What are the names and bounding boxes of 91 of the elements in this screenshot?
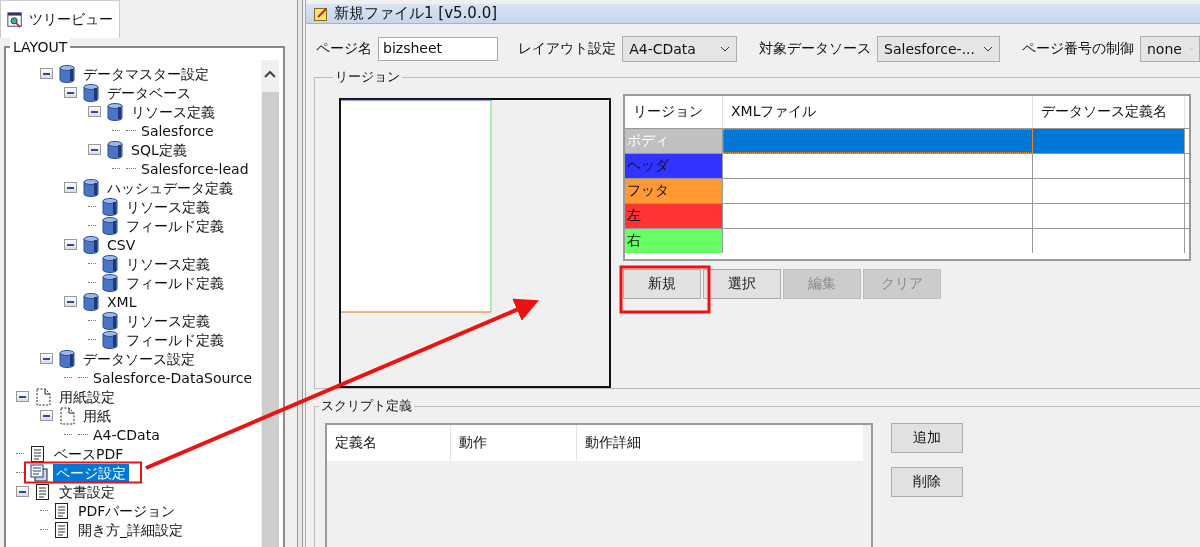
column-header: 動作詳細 [584, 433, 642, 452]
column-header: 動作 [451, 425, 577, 461]
database-icon [102, 311, 118, 330]
edit-file-icon [314, 6, 328, 21]
field-label: レイアウト設定 [518, 40, 617, 58]
tree-item[interactable]: リソース定義 [123, 254, 213, 273]
database-icon [102, 197, 118, 216]
table-row[interactable]: フッタ [625, 178, 1189, 203]
collapse-toggle-icon[interactable] [40, 353, 53, 364]
tree-item[interactable]: CSV [104, 235, 139, 254]
pages-icon [30, 463, 48, 482]
collapse-toggle-icon[interactable] [88, 106, 101, 117]
page-icon [35, 387, 51, 406]
collapse-toggle-icon[interactable] [64, 239, 77, 250]
field-label: ページ番号の制御 [1022, 40, 1134, 58]
database-icon [59, 349, 75, 368]
action-button[interactable]: 削除 [891, 467, 963, 497]
tree-item[interactable]: 文書設定 [56, 482, 118, 501]
field-label: 対象データソース [759, 40, 872, 58]
tree-item[interactable]: ハッシュデータ定義 [104, 178, 236, 197]
document-icon [35, 482, 51, 501]
database-icon [59, 64, 75, 83]
chevron-down-icon [720, 46, 731, 52]
collapse-toggle-icon[interactable] [16, 486, 29, 497]
document-icon [54, 501, 70, 520]
page-name-field[interactable]: bizsheet [378, 37, 499, 61]
tree-item[interactable]: ベースPDF [51, 444, 127, 463]
tree-item[interactable]: データマスター設定 [80, 64, 212, 83]
dropdown[interactable]: A4-CData [622, 36, 738, 62]
group-title: スクリプト定義 [320, 397, 413, 415]
database-icon [107, 140, 123, 159]
database-icon [102, 216, 118, 235]
region-name-cell: フッタ [625, 179, 723, 203]
tree-item[interactable]: 用紙 [80, 406, 114, 425]
tree-item[interactable]: リソース定義 [123, 311, 213, 330]
page-icon [59, 406, 75, 425]
database-icon [83, 292, 99, 311]
collapse-toggle-icon[interactable] [64, 182, 77, 193]
window-title: 新規ファイル1 [v5.0.0] [334, 4, 498, 23]
region-name-cell: ヘッダ [625, 154, 723, 178]
tree-item[interactable]: XML [104, 292, 140, 311]
tree-view-tab[interactable]: ツリービュー [0, 0, 120, 38]
database-icon [83, 83, 99, 102]
tree-item[interactable]: 用紙設定 [56, 387, 118, 406]
tree-item[interactable]: データソース設定 [80, 349, 198, 368]
tree-item[interactable]: Salesforce [138, 121, 217, 140]
collapse-toggle-icon[interactable] [40, 68, 53, 79]
database-icon [107, 102, 123, 121]
scroll-up-icon[interactable] [264, 70, 276, 78]
tree-item[interactable]: フィールド定義 [123, 273, 227, 292]
tree-item[interactable]: フィールド定義 [123, 330, 227, 349]
database-icon [83, 178, 99, 197]
tree-item[interactable]: リソース定義 [128, 102, 218, 121]
database-icon [83, 235, 99, 254]
column-header: データソース定義名 [1033, 96, 1185, 128]
tree-item[interactable]: 開き方_詳細設定 [75, 520, 186, 539]
region-name-cell: 左 [625, 204, 723, 228]
table-row[interactable]: 右 [625, 228, 1189, 253]
tree-item[interactable]: PDFバージョン [75, 501, 179, 520]
document-icon [54, 520, 70, 539]
tree-item[interactable]: Salesforce-DataSource [90, 368, 256, 387]
dropdown[interactable]: Salesforce-... [877, 36, 1000, 62]
action-button[interactable]: 選択 [703, 269, 781, 299]
collapse-toggle-icon[interactable] [88, 144, 101, 155]
column-header: 定義名 [327, 425, 451, 461]
scrollbar[interactable] [261, 60, 279, 547]
tree-item[interactable]: フィールド定義 [123, 216, 227, 235]
document-icon [30, 444, 46, 463]
tree-item[interactable]: リソース定義 [123, 197, 213, 216]
column-header: XMLファイル [723, 96, 1033, 128]
chevron-down-icon [983, 46, 993, 52]
tree-item[interactable]: SQL定義 [128, 140, 190, 159]
database-icon [102, 330, 118, 349]
collapse-toggle-icon[interactable] [40, 410, 53, 421]
tree-item[interactable]: Salesforce-lead [138, 159, 252, 178]
column-header: リージョン [625, 96, 723, 128]
tree-item[interactable]: A4-CData [90, 425, 163, 444]
collapse-toggle-icon[interactable] [64, 87, 77, 98]
table-row[interactable]: 左 [625, 203, 1189, 228]
database-icon [102, 273, 118, 292]
collapse-toggle-icon[interactable] [64, 296, 77, 307]
action-button[interactable]: 追加 [891, 423, 963, 453]
region-name-cell: 右 [625, 229, 723, 253]
action-button[interactable]: 新規 [623, 269, 701, 299]
group-title: リージョン [334, 68, 401, 86]
collapse-toggle-icon[interactable] [16, 391, 29, 402]
database-icon [102, 254, 118, 273]
tree-item[interactable]: データベース [104, 83, 194, 102]
dropdown[interactable]: none [1140, 36, 1200, 62]
field-label: ページ名 [316, 40, 372, 58]
window-magnifier-icon [7, 10, 23, 29]
